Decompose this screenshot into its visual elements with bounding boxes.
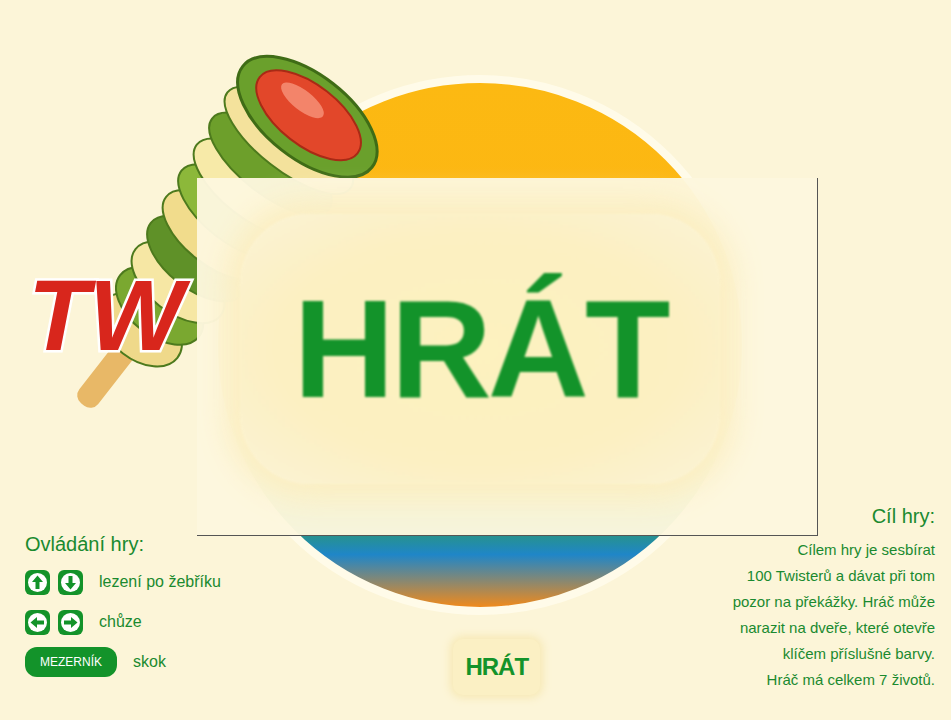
small-play-button[interactable]: HRÁT (453, 639, 540, 695)
play-button[interactable]: HRÁT (240, 214, 720, 484)
control-row: MEZERNÍK skok (25, 647, 221, 677)
twister-logo: TW (28, 259, 191, 371)
goal-line: Cílem hry je sesbírat (733, 537, 935, 563)
control-label: chůze (99, 610, 142, 634)
goal-line: 100 Twisterů a dávat při tom (733, 563, 935, 589)
controls-panel: Ovládání hry: lezení po žebříku chůze MEZER… (25, 529, 221, 687)
bottom-bar: Ovládání hry: lezení po žebříku chůze MEZER… (0, 501, 951, 720)
goal-line: Hráč má celkem 7 životů. (733, 667, 935, 693)
play-overlay: HRÁT (197, 178, 818, 536)
goal-title: Cíl hry: (733, 501, 935, 531)
game-screen: TW HRÁT Ovládání hry: lezení po žebříku chůz… (0, 0, 951, 720)
right-arrow-key-icon (58, 610, 83, 635)
control-row: chůze (25, 607, 221, 637)
left-arrow-key-icon (25, 610, 50, 635)
goal-line: narazit na dveře, které otevře (733, 615, 935, 641)
down-arrow-key-icon (58, 570, 83, 595)
control-label: skok (133, 650, 166, 674)
goal-line: pozor na překážky. Hráč může (733, 589, 935, 615)
space-key: MEZERNÍK (25, 647, 117, 677)
control-row: lezení po žebříku (25, 567, 221, 597)
control-label: lezení po žebříku (99, 570, 221, 594)
up-arrow-key-icon (25, 570, 50, 595)
goal-line: klíčem příslušné barvy. (733, 641, 935, 667)
goal-panel: Cíl hry: Cílem hry je sesbírat100 Twister… (733, 501, 935, 693)
controls-title: Ovládání hry: (25, 529, 221, 559)
